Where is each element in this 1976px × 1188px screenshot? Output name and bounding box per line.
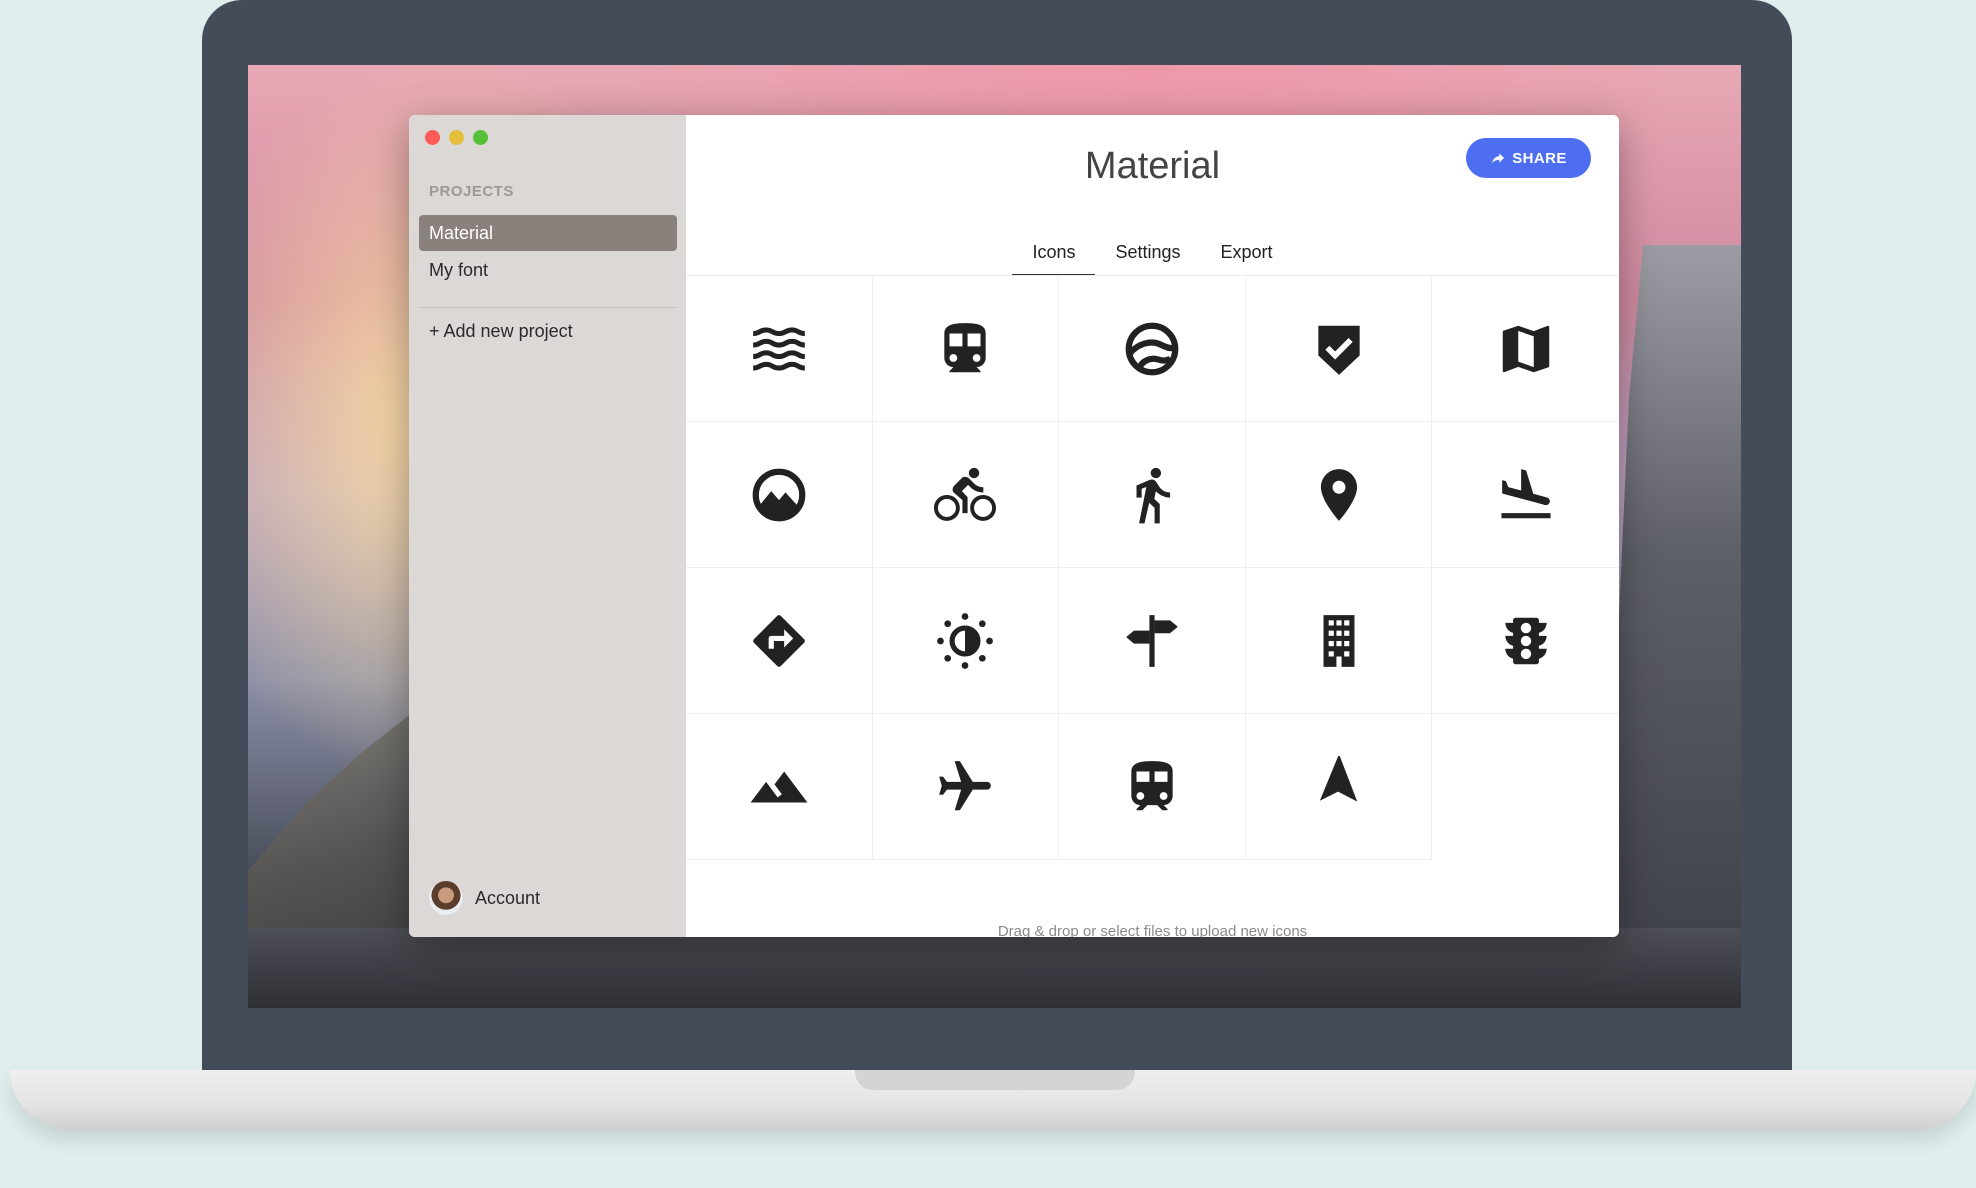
sidebar: PROJECTS Material My font + Add new proj… — [409, 115, 686, 937]
icon-cell[interactable] — [1432, 276, 1619, 422]
icon-cell[interactable] — [686, 422, 873, 568]
tab-export[interactable]: Export — [1201, 230, 1293, 276]
icon-cell[interactable] — [1059, 714, 1246, 860]
share-button[interactable]: SHARE — [1466, 138, 1591, 178]
icon-cell[interactable] — [686, 276, 873, 422]
icon-cell[interactable] — [1059, 422, 1246, 568]
app-window: PROJECTS Material My font + Add new proj… — [409, 115, 1619, 937]
map-icon — [1502, 325, 1549, 372]
icon-cell[interactable] — [1432, 422, 1619, 568]
laptop-mockup: PROJECTS Material My font + Add new proj… — [0, 0, 1976, 1188]
icon-cell[interactable] — [1059, 276, 1246, 422]
add-project-button[interactable]: + Add new project — [429, 321, 573, 342]
flight-icon — [939, 760, 992, 810]
building-icon — [1323, 614, 1355, 667]
landscape-circle-icon — [752, 468, 806, 521]
verified-shield-icon — [1317, 325, 1360, 375]
icon-cell[interactable] — [686, 568, 873, 714]
train-icon — [1131, 760, 1173, 810]
directions-icon — [752, 614, 805, 667]
minimize-window-button[interactable] — [449, 130, 464, 145]
avatar — [429, 881, 463, 915]
main-panel: Material SHARE Icons Settings Export Dra… — [686, 115, 1619, 937]
brightness-icon — [937, 612, 994, 669]
projects-heading: PROJECTS — [429, 183, 514, 200]
project-item-material[interactable]: Material — [419, 215, 677, 251]
traffic-light-icon — [1505, 617, 1547, 664]
icon-cell[interactable] — [872, 714, 1060, 860]
icon-cell[interactable] — [872, 276, 1060, 422]
flight-land-icon — [1501, 468, 1551, 518]
drop-hint: Drag & drop or select files to upload ne… — [997, 923, 1308, 937]
share-arrow-icon — [1492, 153, 1505, 164]
icon-cell[interactable] — [1245, 714, 1433, 860]
account-label: Account — [475, 887, 541, 908]
terrain-icon — [750, 771, 808, 802]
waves-icon — [752, 326, 805, 371]
icon-grid — [686, 276, 1619, 860]
project-list: Material My font — [419, 215, 677, 289]
project-item-my-font[interactable]: My font — [419, 252, 677, 288]
icon-cell[interactable] — [1245, 422, 1433, 568]
icon-cell[interactable] — [1245, 568, 1433, 714]
google-earth-icon — [1125, 322, 1179, 375]
icon-cell[interactable] — [1059, 568, 1246, 714]
tab-icons[interactable]: Icons — [1012, 230, 1096, 276]
icon-cell[interactable] — [1245, 276, 1433, 422]
tab-bar: Icons Settings Export — [686, 230, 1619, 276]
empty-cell — [1432, 714, 1619, 860]
laptop-notch — [855, 1070, 1135, 1090]
walk-icon — [1136, 467, 1171, 523]
tab-settings[interactable]: Settings — [1095, 230, 1200, 276]
icon-cell[interactable] — [1432, 568, 1619, 714]
bike-icon — [934, 467, 997, 521]
navigation-icon — [1319, 755, 1357, 802]
window-controls — [425, 130, 488, 145]
share-label: SHARE — [1512, 149, 1567, 167]
zoom-window-button[interactable] — [473, 130, 488, 145]
subway-icon — [944, 322, 987, 372]
icon-cell[interactable] — [872, 422, 1060, 568]
signpost-icon — [1126, 614, 1178, 667]
icon-cell[interactable] — [872, 568, 1060, 714]
sidebar-divider — [419, 307, 677, 308]
close-window-button[interactable] — [425, 130, 440, 145]
account-button[interactable]: Account — [429, 881, 540, 915]
place-icon — [1320, 468, 1357, 521]
icon-cell[interactable] — [686, 714, 873, 860]
